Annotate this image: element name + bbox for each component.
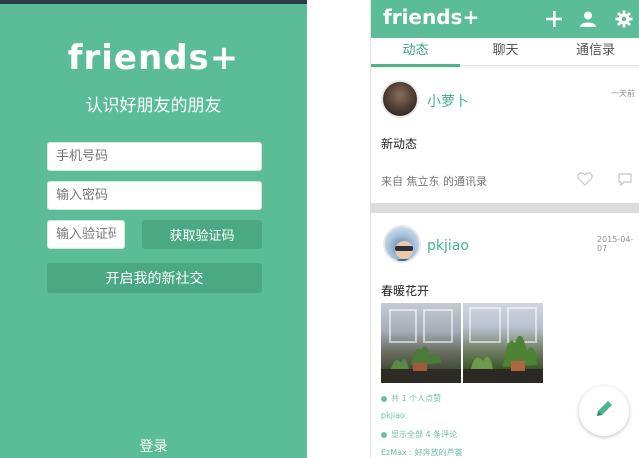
comment-icon: [381, 431, 387, 438]
pencil-icon: [593, 398, 615, 424]
tab-feed[interactable]: 动态: [371, 38, 460, 66]
gap: [307, 0, 370, 458]
liker-name[interactable]: pkjiao: [381, 411, 405, 420]
start-social-label: 开启我的新社交: [105, 271, 204, 287]
comment-text: EzMax : 好奔放的芦荟: [381, 448, 463, 457]
app-bar: friends+: [371, 0, 639, 38]
tab-contacts[interactable]: 通信录: [551, 38, 639, 66]
gear-icon[interactable]: [613, 8, 635, 30]
post-separator: [371, 203, 639, 213]
likes-summary: 共 1 个人点赞: [381, 393, 441, 404]
post-text: 新动态: [381, 137, 418, 151]
show-comments-text: 显示全部 4 条评论: [391, 430, 458, 439]
post-photo[interactable]: [463, 303, 543, 383]
phone-input[interactable]: [47, 142, 262, 171]
person-icon[interactable]: [577, 8, 599, 30]
plus-icon[interactable]: [543, 8, 565, 30]
post-photo[interactable]: [381, 303, 461, 383]
login-link[interactable]: 登录: [0, 436, 307, 456]
comment-icon[interactable]: [617, 171, 633, 187]
likes-text: 共 1 个人点赞: [391, 394, 442, 403]
login-screen: friends+ 认识好朋友的朋友 获取验证码 开启我的新社交 登录: [0, 0, 307, 458]
tab-chat[interactable]: 聊天: [461, 38, 550, 66]
heart-icon: [381, 395, 387, 402]
post-card: 小萝卜 一天前 新动态 来自 焦立东 的通讯录: [371, 68, 639, 203]
show-comments-link[interactable]: 显示全部 4 条评论: [381, 429, 457, 440]
post-username[interactable]: pkjiao: [427, 238, 469, 254]
app-logo: friends+: [67, 38, 240, 78]
password-input[interactable]: [47, 181, 262, 210]
post-time: 2015-04-07: [597, 235, 634, 253]
post-source: 来自 焦立东 的通讯录: [381, 175, 487, 188]
post-time: 一天前: [611, 89, 635, 98]
feed-screen: friends+ 动态 聊天 通信录 小萝卜 一天前 新动态 来自 焦立东 的通…: [370, 0, 639, 458]
start-social-button[interactable]: 开启我的新社交: [47, 263, 262, 293]
post-username[interactable]: 小萝卜: [427, 91, 469, 111]
verification-code-input[interactable]: [47, 220, 125, 249]
get-code-label: 获取验证码: [169, 229, 235, 244]
tab-bar: 动态 聊天 通信录: [371, 38, 639, 66]
status-bar: [0, 0, 307, 4]
get-code-button[interactable]: 获取验证码: [142, 220, 262, 249]
avatar[interactable]: [383, 225, 421, 263]
avatar[interactable]: [381, 80, 419, 118]
heart-icon[interactable]: [577, 171, 593, 187]
screenshot: friends+ 认识好朋友的朋友 获取验证码 开启我的新社交 登录 frien…: [0, 0, 639, 458]
tagline: 认识好朋友的朋友: [85, 96, 222, 116]
compose-button[interactable]: [579, 386, 629, 436]
app-brand: friends+: [383, 5, 480, 29]
active-tab-indicator: [371, 64, 460, 67]
post-text: 春暖花开: [381, 284, 430, 298]
